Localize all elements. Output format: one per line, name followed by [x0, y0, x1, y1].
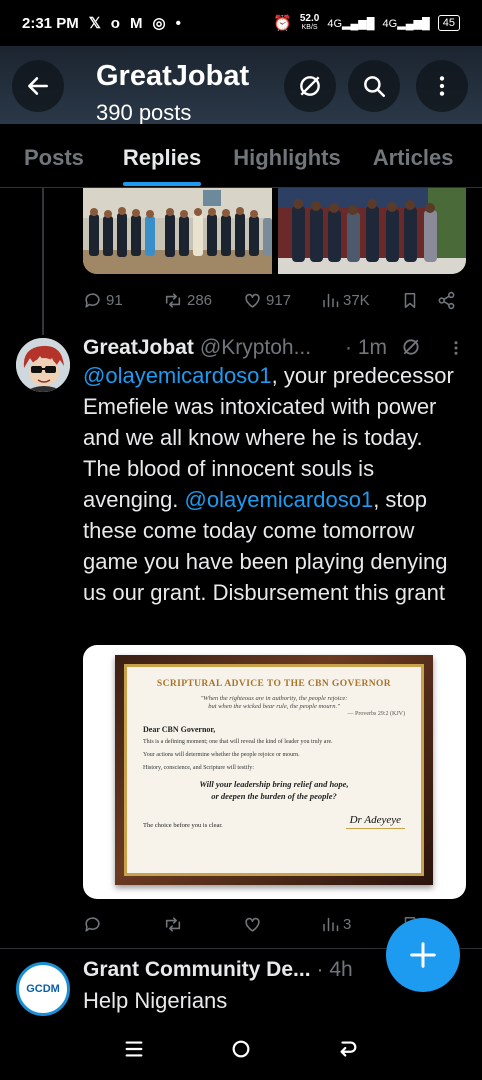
anime-avatar-icon	[16, 338, 70, 392]
reply-count: 91	[106, 291, 123, 309]
signal-icon-2: 4G▂▄▆█	[382, 17, 430, 30]
tweet-photo-1[interactable]	[83, 188, 272, 274]
repost-icon	[165, 292, 181, 308]
gmail-icon: M	[129, 14, 143, 32]
search-icon	[364, 76, 385, 97]
profile-name: GreatJobat	[96, 60, 250, 92]
grok-button[interactable]	[284, 60, 336, 112]
image-quote-2: but when the wicked bear rule, the peopl…	[208, 703, 340, 710]
tab-posts[interactable]: Posts	[24, 124, 84, 187]
share-icon	[438, 291, 455, 309]
grok-icon[interactable]	[401, 337, 421, 357]
search-button[interactable]	[348, 60, 400, 112]
tweet-photo-2[interactable]	[278, 188, 466, 274]
bookmark-button[interactable]	[401, 291, 419, 310]
back-button[interactable]	[12, 60, 64, 112]
image-question-1: Will your leadership bring relief and ho…	[199, 779, 349, 789]
tweet-header: GreatJobat @Kryptoh... · 1m	[83, 334, 473, 362]
gcdm-logo-text: GCDM	[26, 983, 60, 995]
image-quote-1: "When the righteous are in authority, th…	[200, 695, 348, 702]
reply-button[interactable]	[83, 915, 102, 934]
image-quote-ref: — Proverbs 29:2 (KJV)	[347, 711, 406, 717]
profile-header: GreatJobat 390 posts	[0, 46, 482, 124]
reply-icon	[85, 916, 100, 932]
share-button[interactable]	[437, 291, 456, 310]
next-tweet-header: Grant Community De... · 4h	[83, 958, 353, 982]
image-question-2: or deepen the burden of the people?	[211, 791, 337, 801]
back-nav-icon[interactable]	[337, 1038, 359, 1060]
profile-tabs: Posts Replies Highlights Articles	[0, 124, 482, 188]
more-options-button[interactable]	[416, 60, 468, 112]
repost-button[interactable]: 286	[163, 291, 212, 310]
repost-icon	[165, 916, 181, 932]
image-signature: Dr Adeyeye	[345, 814, 405, 829]
mention-link[interactable]: @olayemicardoso1	[83, 363, 272, 388]
views-button[interactable]: 37K	[321, 291, 370, 310]
views-count: 3	[343, 915, 352, 933]
back-arrow-icon	[28, 77, 48, 95]
repost-count: 286	[187, 291, 213, 309]
tweet-actions: 91 286 917 37K	[83, 288, 463, 312]
whatsapp-icon: ◎	[152, 15, 166, 32]
tweet-text: @olayemicardoso1, your predecessor Emefi…	[83, 363, 454, 605]
author-handle[interactable]: @Kryptoh...	[200, 336, 311, 360]
tweet-time[interactable]: · 4h	[317, 958, 353, 982]
battery-icon: 45	[437, 15, 460, 31]
tab-replies[interactable]: Replies	[122, 124, 202, 187]
views-button[interactable]: 3	[321, 915, 351, 934]
avatar[interactable]	[16, 338, 70, 392]
image-salutation: Dear CBN Governor,	[143, 725, 216, 734]
like-button[interactable]	[243, 915, 262, 934]
mention-link[interactable]: @olayemicardoso1	[185, 487, 374, 512]
next-tweet-text: Help Nigerians	[83, 988, 228, 1013]
reply-button[interactable]: 91	[83, 291, 123, 310]
circle-notification-icon: o	[110, 14, 120, 32]
tab-articles[interactable]: Articles	[373, 124, 454, 187]
tweet-image-card[interactable]: SCRIPTURAL ADVICE TO THE CBN GOVERNOR "W…	[83, 645, 466, 899]
more-vertical-icon	[439, 76, 445, 96]
repost-button[interactable]	[163, 915, 183, 934]
views-icon	[323, 917, 339, 931]
image-title: SCRIPTURAL ADVICE TO THE CBN GOVERNOR	[156, 679, 392, 689]
system-navigation-bar	[0, 1018, 482, 1080]
compose-post-button[interactable]	[386, 918, 460, 992]
reply-icon	[85, 292, 100, 308]
image-para-1: This is a defining moment; one that will…	[143, 739, 333, 745]
image-para-3: History, conscience, and Scripture will …	[143, 765, 255, 771]
home-icon[interactable]	[230, 1038, 252, 1060]
alarm-icon: ⏰	[273, 15, 292, 32]
framed-letter-image: SCRIPTURAL ADVICE TO THE CBN GOVERNOR "W…	[115, 655, 433, 885]
signal-icon-1: 4G▂▄▆█	[327, 17, 375, 30]
views-count: 37K	[343, 291, 370, 309]
tab-highlights[interactable]: Highlights	[233, 124, 341, 187]
gcdm-avatar[interactable]: GCDM	[16, 962, 70, 1016]
like-count: 917	[266, 291, 292, 309]
tweet-more-icon[interactable]	[447, 338, 465, 358]
more-notifications-icon: •	[175, 14, 181, 32]
image-closing: The choice before you is clear.	[143, 822, 223, 829]
tweet-time[interactable]: · 1m	[345, 336, 387, 360]
posts-count: 390 posts	[96, 100, 192, 124]
author-name[interactable]: Grant Community De...	[83, 958, 311, 982]
x-notification-icon: 𝕏	[88, 15, 101, 32]
recent-apps-icon[interactable]	[123, 1038, 145, 1060]
views-icon	[323, 293, 339, 307]
heart-icon	[245, 917, 260, 932]
image-para-2: Your actions will determine whether the …	[143, 752, 300, 758]
like-button[interactable]: 917	[243, 291, 291, 310]
bookmark-icon	[404, 292, 416, 308]
heart-icon	[245, 293, 260, 308]
status-bar: 2:31 PM 𝕏 o M ◎ • ⏰ 52.0 KB/S 4G▂▄▆█ 4G▂…	[0, 0, 482, 46]
status-time: 2:31 PM	[22, 14, 79, 32]
grok-icon	[300, 76, 320, 96]
network-speed: 52.0 KB/S	[299, 13, 320, 32]
plus-icon	[410, 942, 436, 968]
thread-connector-line	[42, 188, 44, 335]
author-name[interactable]: GreatJobat	[83, 336, 194, 360]
